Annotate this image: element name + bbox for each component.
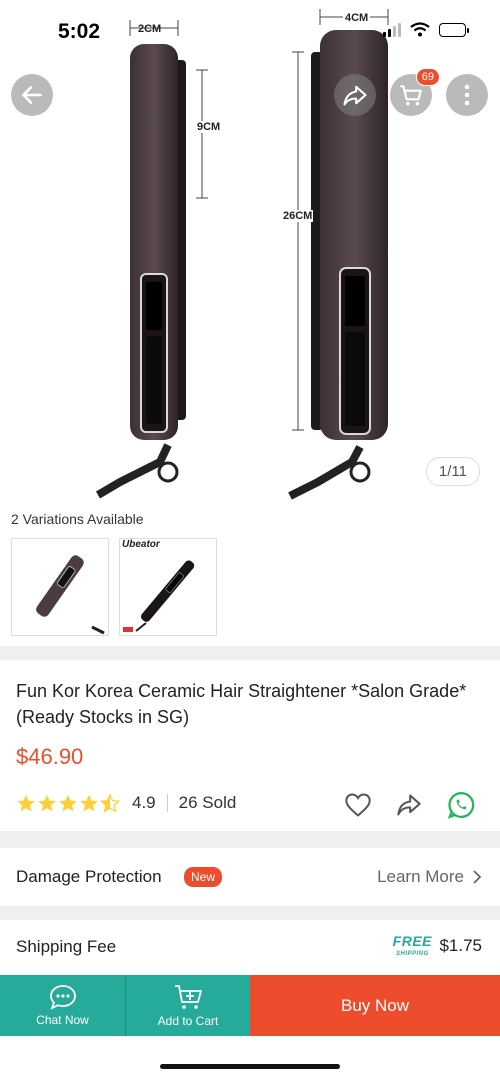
learn-more-link[interactable]: Learn More xyxy=(377,867,482,887)
rating-row[interactable]: 4.9 26 Sold xyxy=(16,793,236,813)
variation-thumbnail-2[interactable]: Ubeator xyxy=(119,538,217,636)
variation-brand-logo: Ubeator xyxy=(122,539,160,550)
damage-protection-row[interactable]: Damage Protection New Learn More xyxy=(0,848,500,906)
rating-separator xyxy=(166,794,168,812)
star-icon xyxy=(59,794,77,811)
buy-now-button[interactable]: Buy Now xyxy=(250,975,500,1036)
chat-now-label: Chat Now xyxy=(36,1013,89,1027)
bottom-action-bar: Chat Now Add to Cart Buy Now xyxy=(0,975,500,1036)
image-page-indicator: 1/11 xyxy=(425,457,480,486)
cart-icon xyxy=(400,85,422,106)
heart-icon xyxy=(345,793,371,817)
share-icon xyxy=(343,85,367,106)
shipping-fee-label: Shipping Fee xyxy=(16,937,117,956)
variation-thumbnail-1[interactable] xyxy=(11,538,109,636)
whatsapp-share-button[interactable] xyxy=(446,790,476,820)
rating-value: 4.9 xyxy=(132,793,156,812)
variations-label: 2 Variations Available xyxy=(11,511,144,527)
product-price: $46.90 xyxy=(16,744,84,769)
status-bar: 5:02 xyxy=(0,0,500,60)
status-time: 5:02 xyxy=(58,20,101,43)
star-icon xyxy=(38,794,56,811)
more-options-button[interactable] xyxy=(446,74,488,116)
back-button[interactable] xyxy=(11,74,53,116)
share-button[interactable] xyxy=(334,74,376,116)
cart-count-badge: 69 xyxy=(415,68,440,86)
learn-more-label: Learn More xyxy=(377,867,464,886)
dimension-label-height-right: 26CM xyxy=(282,210,314,222)
wifi-icon xyxy=(410,22,430,37)
section-divider xyxy=(0,646,500,660)
star-icon xyxy=(17,794,35,811)
product-actions xyxy=(344,790,476,820)
sold-count: 26 Sold xyxy=(178,793,237,812)
add-to-cart-button[interactable]: Add to Cart xyxy=(125,975,250,1036)
whatsapp-icon xyxy=(447,791,475,819)
free-shipping-logo: FREE SHIPPING xyxy=(393,934,432,957)
share-icon xyxy=(397,794,421,816)
cart-button[interactable]: 69 xyxy=(390,68,440,116)
product-title: Fun Kor Korea Ceramic Hair Straightener … xyxy=(16,681,467,727)
chevron-right-icon xyxy=(473,870,482,884)
free-shipping-text: FREE xyxy=(392,933,432,949)
like-button[interactable] xyxy=(344,792,372,818)
status-icons xyxy=(383,22,469,37)
back-arrow-icon xyxy=(22,86,42,104)
section-divider xyxy=(0,906,500,920)
variation-image-1 xyxy=(36,555,105,635)
cellular-signal-icon xyxy=(383,22,401,37)
buy-now-label: Buy Now xyxy=(340,995,410,1015)
half-star-icon xyxy=(100,793,120,813)
shipping-fee-row[interactable]: Shipping Fee FREE SHIPPING $1.75 xyxy=(0,920,500,975)
dimension-label-height-left: 9CM xyxy=(196,121,222,133)
section-divider xyxy=(0,831,500,848)
free-shipping-subtext: SHIPPING xyxy=(395,951,429,957)
variation-image-2 xyxy=(123,560,195,632)
new-badge: New xyxy=(184,867,223,887)
chat-icon xyxy=(49,985,76,1010)
more-icon xyxy=(464,84,470,106)
home-indicator[interactable] xyxy=(160,1064,340,1069)
product-image-gallery[interactable]: 2CM 9CM 4CM 26CM 69 1/11 xyxy=(0,0,500,505)
rating-stars xyxy=(16,793,120,813)
damage-protection-label: Damage Protection xyxy=(16,867,162,886)
chat-now-button[interactable]: Chat Now xyxy=(0,975,125,1036)
add-to-cart-label: Add to Cart xyxy=(157,1014,219,1028)
shipping-fee-value: $1.75 xyxy=(439,936,482,955)
share-product-button[interactable] xyxy=(394,792,424,818)
battery-icon xyxy=(439,22,469,37)
star-icon xyxy=(80,794,98,811)
add-cart-icon xyxy=(175,985,202,1009)
